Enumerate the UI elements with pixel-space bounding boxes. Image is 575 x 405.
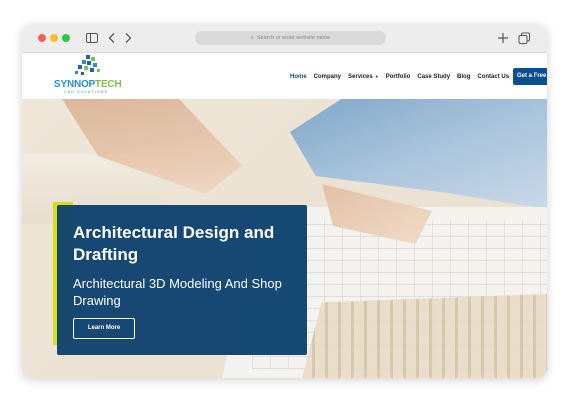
- back-icon[interactable]: [104, 30, 120, 46]
- learn-more-button[interactable]: Learn More: [73, 318, 135, 339]
- nav-item-case-study[interactable]: Case Study: [417, 71, 450, 83]
- get-free-quote-button[interactable]: Get a Free: [513, 68, 547, 85]
- nav-item-home[interactable]: Home: [290, 71, 307, 83]
- logo-tagline: CAD SOLUTIONS: [64, 90, 109, 94]
- maximize-window-button[interactable]: [62, 34, 70, 42]
- search-icon: ⌕: [250, 35, 254, 41]
- browser-window: ⌕ Search or enter website name SYNNOPTEC…: [22, 24, 547, 378]
- tabs-overview-icon[interactable]: [516, 30, 532, 46]
- logo[interactable]: SYNNOPTECH CAD SOLUTIONS: [54, 55, 132, 99]
- sidebar-icon[interactable]: [84, 30, 100, 46]
- nav-item-blog[interactable]: Blog: [457, 71, 470, 83]
- main-nav: Home Company Services ▼ Portfolio Case St…: [290, 71, 509, 83]
- hero-subtitle: Architectural 3D Modeling And Shop Drawi…: [73, 276, 282, 308]
- nav-item-company[interactable]: Company: [314, 71, 341, 83]
- hero-card: Architectural Design and Drafting Archit…: [57, 205, 307, 355]
- nav-item-services-label: Services: [348, 74, 373, 80]
- logo-wordmark: SYNNOPTECH: [54, 79, 132, 90]
- address-bar[interactable]: ⌕ Search or enter website name: [195, 31, 386, 45]
- new-tab-icon[interactable]: [495, 30, 511, 46]
- hero-title: Architectural Design and Drafting: [73, 223, 275, 264]
- logo-main-text: SYNNOP: [54, 79, 96, 90]
- forward-icon[interactable]: [120, 30, 136, 46]
- logo-accent-text: TECH: [95, 79, 122, 90]
- site-header: SYNNOPTECH CAD SOLUTIONS Home Company Se…: [22, 53, 547, 99]
- logo-mark-icon: [75, 55, 100, 75]
- caret-down-icon: ▼: [374, 74, 379, 79]
- nav-item-portfolio[interactable]: Portfolio: [386, 71, 411, 83]
- address-placeholder: Search or enter website name: [256, 35, 331, 41]
- hero-background-image: [302, 294, 547, 378]
- close-window-button[interactable]: [38, 34, 46, 42]
- minimize-window-button[interactable]: [50, 34, 58, 42]
- nav-item-services[interactable]: Services ▼: [348, 71, 379, 83]
- hero-section: Architectural Design and Drafting Archit…: [22, 99, 547, 378]
- nav-item-contact[interactable]: Contact Us: [477, 71, 509, 83]
- browser-toolbar: ⌕ Search or enter website name: [22, 24, 547, 53]
